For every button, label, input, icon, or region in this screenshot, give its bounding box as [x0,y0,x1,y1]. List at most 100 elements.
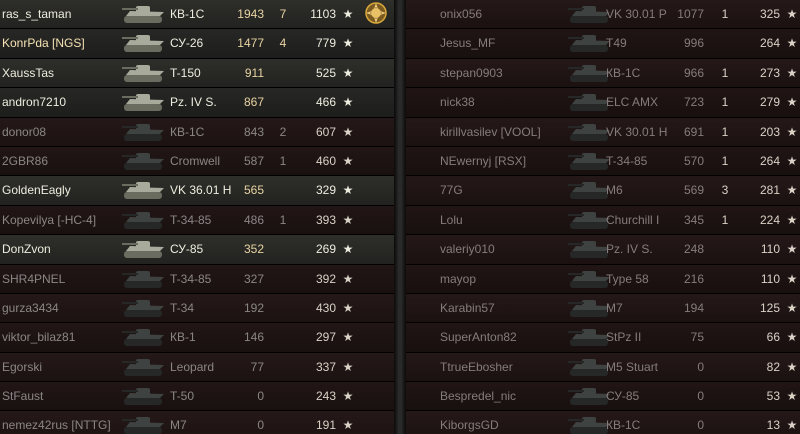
medal-icon[interactable] [364,1,388,27]
tank-name: СУ-85 [606,389,640,404]
damage-value: 194 [683,300,704,315]
xp-star-icon: ★ [342,300,354,315]
damage-value: 146 [243,330,264,345]
damage-value: 723 [683,95,704,110]
player-row[interactable]: andron7210 Pz. IV S. 867 466 ★ [0,88,394,118]
xp-star-icon: ★ [786,183,798,198]
player-row[interactable]: viktor_bilaz81 КВ-1 146 297 ★ [0,323,394,353]
player-row[interactable]: stepan0903 КВ-1С 966 1 273 ★ [406,58,800,89]
experience-value: 13 [766,418,780,433]
player-row[interactable]: onix056 VK 30.01 P 1077 1 325 ★ [406,0,800,30]
player-name: kirillvasilev [VOOL] [440,124,541,139]
damage-value: 0 [697,389,704,404]
tank-name: Type 58 [606,271,649,286]
experience-value: 525 [315,65,336,80]
tank-silhouette-icon [120,355,168,379]
tank-silhouette-icon [120,149,168,173]
allied-team-list: ras_s_taman КВ-1С 1943 7 1103 ★ KonrPda [NGS] С… [0,0,394,434]
player-row[interactable]: donor08 КВ-1С 843 2 607 ★ [0,117,394,147]
player-name: Karabin57 [440,300,495,315]
kills-value [276,88,290,116]
player-row[interactable]: Bespredel_nic СУ-85 0 53 ★ [406,382,800,412]
xp-star-icon: ★ [786,7,798,21]
experience-value: 203 [759,124,780,139]
kills-value: 4 [279,36,287,51]
tank-name: Leopard [170,359,215,374]
tank-name: Pz. IV S. [170,95,217,110]
player-row[interactable]: DonZvon СУ-85 352 269 ★ [0,235,394,265]
kills-value [276,265,290,293]
tank-name: СУ-85 [170,242,204,257]
experience-value: 1103 [310,7,336,21]
xp-star-icon: ★ [786,330,798,345]
xp-star-icon: ★ [342,183,354,198]
player-row[interactable]: Lolu Churchill I 345 1 224 ★ [406,205,800,236]
player-row[interactable]: NEwernyj [RSX] T-34-85 570 1 264 ★ [406,146,800,177]
player-name: Egorski [2,359,43,374]
player-row[interactable]: TtrueEbosher M5 Stuart 0 82 ★ [406,352,800,383]
player-row[interactable]: GoldenEagly VK 36.01 H 565 329 ★ [0,176,394,206]
player-row[interactable]: SuperAnton82 StPz II 75 66 ★ [406,323,800,353]
tank-silhouette-icon [120,120,168,144]
damage-value: 216 [683,271,704,286]
tank-silhouette-icon [120,31,168,55]
kills-value: 1 [279,153,287,168]
xp-star-icon: ★ [342,65,354,80]
xp-star-icon: ★ [786,242,798,257]
experience-value: 243 [315,389,336,404]
player-row[interactable]: 77G M6 569 3 281 ★ [406,176,800,206]
tank-name: M7 [606,300,623,315]
player-row[interactable]: nick38 ELC AMX 723 1 279 ★ [406,88,800,118]
damage-value: 352 [243,242,264,257]
experience-value: 393 [315,212,336,227]
tank-name: M6 [606,183,623,198]
player-row[interactable]: 2GBR86 Cromwell 587 1 460 ★ [0,146,394,177]
player-row[interactable]: valeriy010 Pz. IV S. 248 110 ★ [406,235,800,265]
player-name: SuperAnton82 [440,330,517,345]
kills-value [718,411,732,434]
xp-star-icon: ★ [786,65,798,80]
tank-name: StPz II [606,330,642,345]
player-row[interactable]: StFaust T-50 0 243 ★ [0,382,394,412]
player-row[interactable]: Egorski Leopard 77 337 ★ [0,352,394,383]
experience-value: 269 [315,242,336,257]
player-row[interactable]: SHR4PNEL T-34-85 327 392 ★ [0,264,394,294]
player-row[interactable]: kirillvasilev [VOOL] VK 30.01 H 691 1 203 ★ [406,117,800,147]
player-row[interactable]: KonrPda [NGS] СУ-26 1477 4 779 ★ [0,29,394,59]
player-name: onix056 [440,7,483,21]
tank-name: VK 30.01 P [606,7,667,21]
kills-value [276,353,290,381]
player-row[interactable]: ras_s_taman КВ-1С 1943 7 1103 ★ [0,0,394,30]
tank-silhouette-icon [120,2,168,26]
damage-value: 587 [243,153,264,168]
player-row[interactable]: Karabin57 M7 194 125 ★ [406,293,800,324]
player-row[interactable]: gurza3434 T-34 192 430 ★ [0,293,394,324]
player-row[interactable]: KiborgsGD КВ-1С 0 13 ★ [406,411,800,434]
kills-value: 2 [279,124,287,139]
tank-name: КВ-1 [170,330,196,345]
xp-star-icon: ★ [342,36,354,51]
xp-star-icon: ★ [342,153,354,168]
experience-value: 110 [760,271,780,286]
player-name: 2GBR86 [2,153,49,168]
tank-name: КВ-1С [606,418,641,433]
player-name: Lolu [440,212,463,227]
player-name: valeriy010 [440,242,495,257]
player-row[interactable]: nemez42rus [NTTG] M7 0 191 ★ [0,411,394,434]
tank-silhouette-icon [120,90,168,114]
player-row[interactable]: XaussTas T-150 911 525 ★ [0,58,394,89]
experience-value: 273 [759,65,780,80]
tank-silhouette-icon [120,296,168,320]
player-name: nick38 [440,95,475,110]
tank-name: T-34-85 [606,153,648,168]
tank-silhouette-icon [120,237,168,261]
tank-name: T-34-85 [170,271,212,286]
tank-name: T-34 [170,300,195,315]
tank-silhouette-icon [120,61,168,85]
xp-star-icon: ★ [786,271,798,286]
xp-star-icon: ★ [786,95,798,110]
player-row[interactable]: Jesus_MF T49 996 264 ★ [406,29,800,59]
player-row[interactable]: Kopevilya [-HC-4] T-34-85 486 1 393 ★ [0,205,394,236]
player-name: Jesus_MF [440,36,496,51]
player-row[interactable]: mayop Type 58 216 110 ★ [406,264,800,294]
